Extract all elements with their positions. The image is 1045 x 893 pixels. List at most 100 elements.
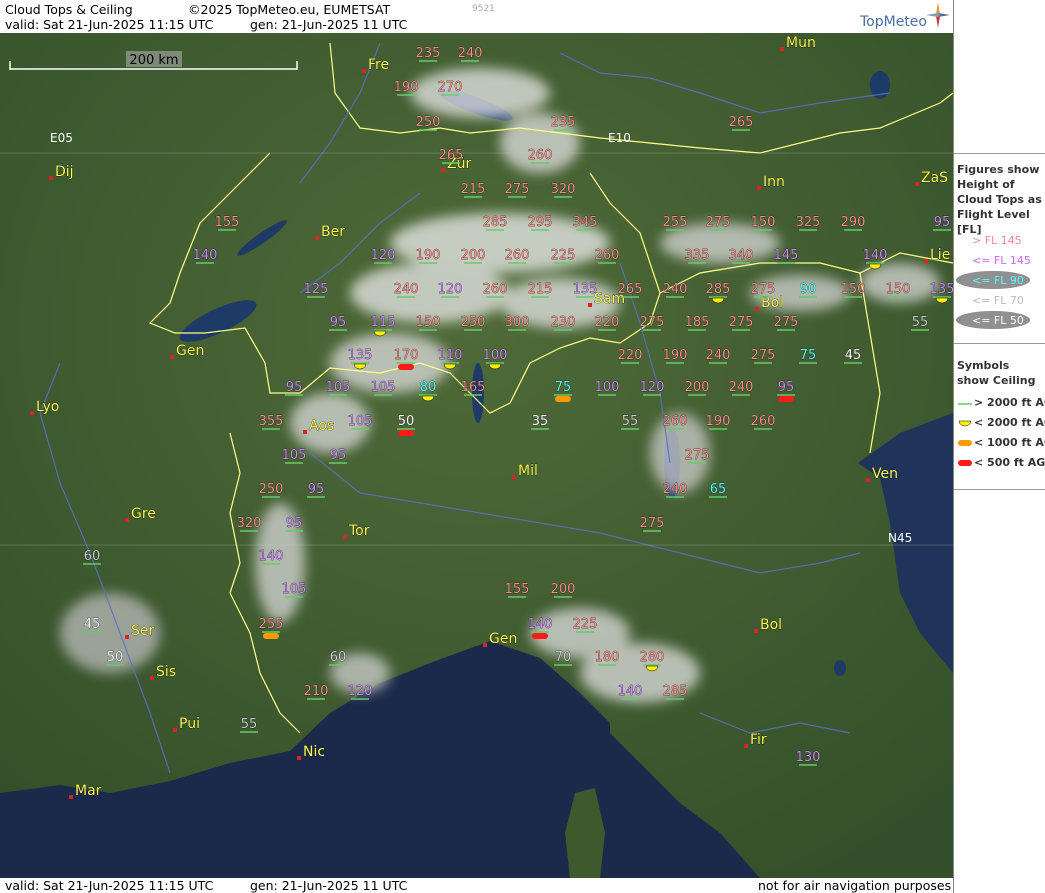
- cloud-top-marker[interactable]: 320: [236, 516, 262, 532]
- cloud-top-marker[interactable]: 115: [370, 315, 396, 331]
- cloud-top-marker[interactable]: 215: [460, 182, 486, 198]
- cloud-top-marker[interactable]: 190: [393, 80, 419, 96]
- cloud-top-marker[interactable]: 150: [840, 282, 866, 298]
- cloud-top-marker[interactable]: 270: [437, 80, 463, 96]
- cloud-top-marker[interactable]: 275: [705, 215, 731, 231]
- cloud-top-marker[interactable]: 60: [329, 650, 347, 666]
- cloud-top-marker[interactable]: 250: [258, 482, 284, 498]
- cloud-top-marker[interactable]: 95: [329, 315, 347, 331]
- cloud-top-marker[interactable]: 275: [639, 516, 665, 532]
- cloud-top-marker[interactable]: 355: [258, 414, 284, 430]
- cloud-top-marker[interactable]: 255: [662, 215, 688, 231]
- cloud-top-marker[interactable]: 230: [550, 315, 576, 331]
- cloud-top-marker[interactable]: 260: [662, 414, 688, 430]
- cloud-top-marker[interactable]: 140: [192, 248, 218, 264]
- cloud-top-marker[interactable]: 275: [773, 315, 799, 331]
- cloud-top-marker[interactable]: 95: [777, 380, 795, 396]
- cloud-top-marker[interactable]: 95: [933, 215, 951, 231]
- cloud-top-marker[interactable]: 55: [240, 717, 258, 733]
- cloud-top-marker[interactable]: 325: [795, 215, 821, 231]
- cloud-top-marker[interactable]: 260: [594, 248, 620, 264]
- cloud-top-marker[interactable]: 140: [617, 684, 643, 700]
- cloud-top-marker[interactable]: 275: [750, 348, 776, 364]
- cloud-top-marker[interactable]: 135: [347, 348, 373, 364]
- cloud-top-marker[interactable]: 275: [750, 282, 776, 298]
- cloud-top-marker[interactable]: 125: [303, 282, 329, 298]
- cloud-top-marker[interactable]: 170: [393, 348, 419, 364]
- cloud-top-marker[interactable]: 145: [773, 248, 799, 264]
- cloud-top-marker[interactable]: 55: [621, 414, 639, 430]
- cloud-top-marker[interactable]: 250: [415, 115, 441, 131]
- cloud-top-marker[interactable]: 130: [795, 750, 821, 766]
- cloud-top-marker[interactable]: 135: [929, 282, 953, 298]
- cloud-top-marker[interactable]: 275: [728, 315, 754, 331]
- cloud-top-marker[interactable]: 35: [531, 414, 549, 430]
- cloud-top-marker[interactable]: 260: [482, 282, 508, 298]
- cloud-top-marker[interactable]: 240: [457, 46, 483, 62]
- cloud-top-marker[interactable]: 50: [106, 650, 124, 666]
- cloud-top-marker[interactable]: 285: [705, 282, 731, 298]
- cloud-top-marker[interactable]: 260: [504, 248, 530, 264]
- cloud-top-marker[interactable]: 80: [419, 380, 437, 396]
- cloud-top-marker[interactable]: 105: [370, 380, 396, 396]
- cloud-top-marker[interactable]: 220: [594, 315, 620, 331]
- cloud-top-marker[interactable]: 285: [482, 215, 508, 231]
- cloud-top-marker[interactable]: 155: [214, 215, 240, 231]
- cloud-top-marker[interactable]: 190: [662, 348, 688, 364]
- cloud-top-marker[interactable]: 75: [799, 348, 817, 364]
- city-marker[interactable]: Mun: [780, 35, 816, 51]
- cloud-top-marker[interactable]: 150: [750, 215, 776, 231]
- cloud-top-marker[interactable]: 55: [911, 315, 929, 331]
- cloud-top-marker[interactable]: 90: [799, 282, 817, 298]
- cloud-top-marker[interactable]: 225: [572, 617, 598, 633]
- cloud-top-marker[interactable]: 120: [437, 282, 463, 298]
- cloud-top-marker[interactable]: 190: [705, 414, 731, 430]
- cloud-top-marker[interactable]: 240: [662, 482, 688, 498]
- cloud-top-marker[interactable]: 265: [728, 115, 754, 131]
- map-canvas[interactable]: 200 km E05 E10N45 FreMunDij ZürInn ZaSBerLi…: [0, 33, 953, 878]
- cloud-top-marker[interactable]: 110: [437, 348, 463, 364]
- cloud-top-marker[interactable]: 95: [285, 516, 303, 532]
- cloud-top-marker[interactable]: 45: [83, 617, 101, 633]
- cloud-top-marker[interactable]: 165: [460, 380, 486, 396]
- cloud-top-marker[interactable]: 295: [527, 215, 553, 231]
- cloud-top-marker[interactable]: 220: [617, 348, 643, 364]
- cloud-top-marker[interactable]: 275: [639, 315, 665, 331]
- cloud-top-marker[interactable]: 100: [594, 380, 620, 396]
- cloud-top-marker[interactable]: 70: [554, 650, 572, 666]
- cloud-top-marker[interactable]: 185: [684, 315, 710, 331]
- city-marker[interactable]: Gen: [170, 343, 205, 359]
- cloud-top-marker[interactable]: 150: [415, 315, 441, 331]
- cloud-top-marker[interactable]: 200: [460, 248, 486, 264]
- cloud-top-marker[interactable]: 345: [572, 215, 598, 231]
- cloud-top-marker[interactable]: 105: [281, 448, 307, 464]
- cloud-top-marker[interactable]: 200: [684, 380, 710, 396]
- cloud-top-marker[interactable]: 45: [844, 348, 862, 364]
- cloud-top-marker[interactable]: 155: [504, 582, 530, 598]
- cloud-top-marker[interactable]: 235: [415, 46, 441, 62]
- cloud-top-marker[interactable]: 140: [258, 549, 284, 565]
- cloud-top-marker[interactable]: 190: [415, 248, 441, 264]
- cloud-top-marker[interactable]: 60: [83, 549, 101, 565]
- cloud-top-marker[interactable]: 140: [527, 617, 553, 633]
- city-marker[interactable]: Gen: [483, 631, 518, 647]
- cloud-top-marker[interactable]: 75: [554, 380, 572, 396]
- cloud-top-marker[interactable]: 120: [347, 684, 373, 700]
- cloud-top-marker[interactable]: 255: [258, 617, 284, 633]
- cloud-top-marker[interactable]: 65: [709, 482, 727, 498]
- cloud-top-marker[interactable]: 95: [285, 380, 303, 396]
- cloud-top-marker[interactable]: 340: [728, 248, 754, 264]
- cloud-top-marker[interactable]: 105: [325, 380, 351, 396]
- cloud-top-marker[interactable]: 290: [840, 215, 866, 231]
- cloud-top-marker[interactable]: 240: [728, 380, 754, 396]
- cloud-top-marker[interactable]: 100: [482, 348, 508, 364]
- cloud-top-marker[interactable]: 150: [885, 282, 911, 298]
- cloud-top-marker[interactable]: 335: [684, 248, 710, 264]
- cloud-top-marker[interactable]: 265: [617, 282, 643, 298]
- cloud-top-marker[interactable]: 300: [504, 315, 530, 331]
- cloud-top-marker[interactable]: 50: [397, 414, 415, 430]
- cloud-top-marker[interactable]: 180: [594, 650, 620, 666]
- cloud-top-marker[interactable]: 285: [662, 684, 688, 700]
- cloud-top-marker[interactable]: 120: [370, 248, 396, 264]
- cloud-top-marker[interactable]: 260: [527, 148, 553, 164]
